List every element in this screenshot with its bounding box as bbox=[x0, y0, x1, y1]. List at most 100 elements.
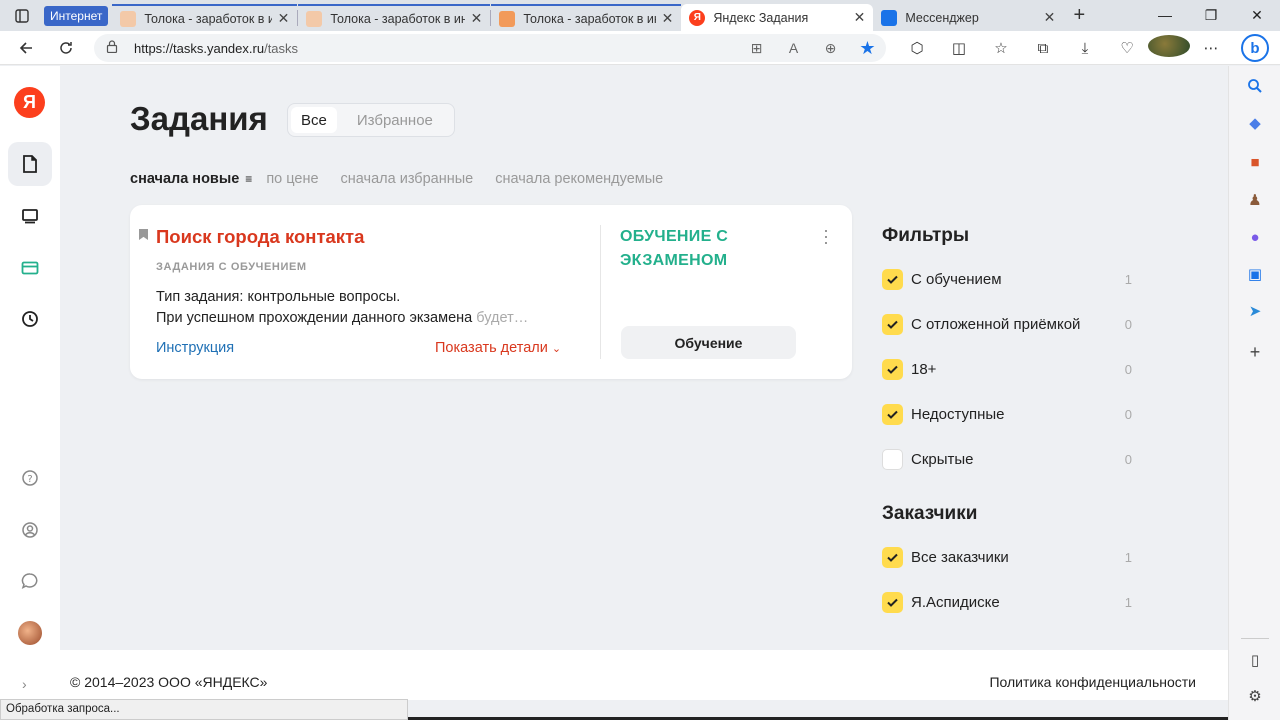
tab-toloka-3[interactable]: Толока - заработок в инте ✕ bbox=[491, 4, 682, 31]
customers-heading: Заказчики bbox=[882, 503, 978, 524]
left-sidebar: Я ? › bbox=[0, 66, 60, 700]
tab-close-icon[interactable]: ✕ bbox=[854, 9, 866, 26]
minimize-button[interactable]: — bbox=[1142, 7, 1188, 24]
tab-title: Толока - заработок в инте bbox=[330, 11, 465, 26]
maximize-button[interactable]: ❐ bbox=[1188, 7, 1234, 24]
sort-options: сначала новые ≡ по цене сначала избранны… bbox=[130, 171, 685, 187]
apps-icon[interactable]: ⊞ bbox=[738, 40, 775, 57]
url-text: https://tasks.yandex.ru/tasks bbox=[134, 41, 298, 56]
sidebar-item-chat[interactable] bbox=[8, 559, 52, 603]
filter-count: 1 bbox=[1124, 271, 1132, 287]
downloads-icon[interactable]: ⤓ bbox=[1064, 40, 1106, 57]
customers-filter-row[interactable]: Все заказчики 1 bbox=[882, 545, 1132, 569]
collections-icon[interactable]: ⧉ bbox=[1022, 40, 1064, 57]
sidebar-toggle-icon[interactable]: ▯ bbox=[1243, 648, 1267, 672]
privacy-policy-link[interactable]: Политика конфиденциальности bbox=[989, 674, 1196, 690]
bookmark-icon[interactable] bbox=[139, 229, 148, 240]
customers-filter-row[interactable]: Я.Аспидиске 1 bbox=[882, 590, 1132, 614]
shopping-tag-icon[interactable]: ◆ bbox=[1243, 111, 1267, 135]
tab-toloka-1[interactable]: Толока - заработок в инте ✕ bbox=[112, 4, 298, 31]
sidebar-item-history[interactable] bbox=[8, 297, 52, 341]
search-icon[interactable] bbox=[1243, 74, 1267, 98]
sidebar-item-profile[interactable] bbox=[8, 508, 52, 552]
segment-all[interactable]: Все bbox=[291, 107, 337, 133]
filter-count: 1 bbox=[1124, 594, 1132, 610]
checkbox-unchecked-icon[interactable] bbox=[882, 448, 903, 470]
add-icon[interactable]: + bbox=[1243, 340, 1267, 364]
games-icon[interactable]: ♟ bbox=[1243, 188, 1267, 212]
sort-order-icon[interactable]: ≡ bbox=[245, 172, 252, 186]
tab-yandex-tasks[interactable]: Я Яндекс Задания ✕ bbox=[681, 4, 874, 31]
filters-filter-row[interactable]: С обучением 1 bbox=[882, 267, 1132, 291]
filter-count: 0 bbox=[1124, 316, 1132, 332]
user-avatar[interactable] bbox=[18, 621, 42, 645]
tab-actions-icon[interactable] bbox=[0, 0, 44, 31]
sidebar-item-help[interactable]: ? bbox=[8, 456, 52, 500]
checkbox-checked-icon[interactable] bbox=[882, 358, 903, 380]
task-title[interactable]: Поиск города контакта bbox=[156, 226, 364, 248]
lock-icon[interactable] bbox=[106, 40, 120, 56]
tab-messenger[interactable]: Мессенджер ✕ bbox=[873, 4, 1063, 31]
send-icon[interactable]: ➤ bbox=[1243, 299, 1267, 323]
checkbox-checked-icon[interactable] bbox=[882, 546, 903, 568]
profile-avatar[interactable] bbox=[1148, 35, 1190, 61]
task-card[interactable]: Поиск города контакта ЗАДАНИЯ С ОБУЧЕНИЕ… bbox=[130, 205, 852, 379]
more-menu-icon[interactable]: ⋯ bbox=[1190, 39, 1232, 57]
filters-filter-row[interactable]: Скрытые 0 bbox=[882, 447, 1132, 471]
sort-newest[interactable]: сначала новые bbox=[130, 171, 239, 187]
chevron-right-icon[interactable]: › bbox=[22, 676, 27, 692]
bing-copilot-icon[interactable]: b bbox=[1241, 34, 1269, 62]
more-vertical-icon[interactable]: · · · bbox=[823, 221, 829, 251]
sidebar-item-monitor[interactable] bbox=[8, 194, 52, 238]
tab-close-icon[interactable]: ✕ bbox=[662, 10, 674, 27]
show-details-link[interactable]: Показать детали ⌄ bbox=[435, 340, 561, 356]
favorites-icon[interactable]: ☆ bbox=[980, 39, 1022, 57]
instruction-link[interactable]: Инструкция bbox=[156, 340, 234, 356]
performance-icon[interactable]: ♡ bbox=[1106, 39, 1148, 57]
outlook-icon[interactable]: ▣ bbox=[1243, 262, 1267, 286]
checkbox-checked-icon[interactable] bbox=[882, 313, 903, 335]
tools-icon[interactable]: ■ bbox=[1243, 150, 1267, 174]
sort-recommended[interactable]: сначала рекомендуемые bbox=[495, 171, 663, 187]
filter-label: Все заказчики bbox=[911, 548, 1009, 566]
training-button[interactable]: Обучение bbox=[621, 326, 796, 359]
chat-icon bbox=[21, 573, 38, 589]
tab-group-label[interactable]: Интернет bbox=[44, 5, 109, 26]
task-description-text: При успешном прохождении данного экзамен… bbox=[156, 310, 477, 326]
task-type-label: ОБУЧЕНИЕ С ЭКЗАМЕНОМ bbox=[620, 228, 729, 269]
filters-filter-row[interactable]: 18+ 0 bbox=[882, 357, 1132, 381]
filters-filter-row[interactable]: С отложенной приёмкой 0 bbox=[882, 312, 1132, 336]
filters-filter-row[interactable]: Недоступные 0 bbox=[882, 402, 1132, 426]
extensions-icon[interactable]: ⬡ bbox=[896, 39, 938, 57]
read-aloud-icon[interactable]: A bbox=[775, 40, 812, 56]
split-screen-icon[interactable]: ◫ bbox=[938, 39, 980, 57]
checkbox-checked-icon[interactable] bbox=[882, 591, 903, 613]
zoom-icon[interactable]: ⊕ bbox=[812, 40, 849, 57]
toloka-favicon-icon bbox=[499, 10, 516, 27]
sort-favorites[interactable]: сначала избранные bbox=[341, 171, 474, 187]
back-button[interactable] bbox=[6, 31, 46, 65]
tab-title: Мессенджер bbox=[905, 10, 979, 25]
checkbox-checked-icon[interactable] bbox=[882, 403, 903, 425]
sort-price[interactable]: по цене bbox=[266, 171, 318, 187]
checkbox-checked-icon[interactable] bbox=[882, 268, 903, 290]
toloka-favicon-icon bbox=[120, 10, 137, 27]
reload-button[interactable] bbox=[46, 31, 86, 65]
tab-title: Яндекс Задания bbox=[713, 10, 809, 25]
address-bar[interactable]: https://tasks.yandex.ru/tasks ⊞ A ⊕ ★ bbox=[94, 34, 886, 62]
tab-toloka-2[interactable]: Толока - заработок в инте ✕ bbox=[298, 4, 491, 31]
settings-gear-icon[interactable]: ⚙ bbox=[1243, 684, 1267, 708]
svg-text:?: ? bbox=[27, 474, 32, 485]
new-tab-button[interactable]: + bbox=[1063, 4, 1095, 27]
sidebar-item-wallet[interactable] bbox=[8, 246, 52, 290]
tab-close-icon[interactable]: ✕ bbox=[1044, 9, 1056, 26]
filter-count: 0 bbox=[1124, 361, 1132, 377]
favorite-star-icon[interactable]: ★ bbox=[849, 38, 886, 59]
tab-close-icon[interactable]: ✕ bbox=[471, 10, 483, 27]
microsoft-365-icon[interactable]: ● bbox=[1243, 225, 1267, 249]
yandex-logo[interactable]: Я bbox=[14, 87, 45, 118]
segment-favorites[interactable]: Избранное bbox=[347, 107, 443, 133]
sidebar-item-tasks[interactable] bbox=[8, 142, 52, 186]
close-window-button[interactable]: ✕ bbox=[1234, 7, 1280, 24]
tab-close-icon[interactable]: ✕ bbox=[278, 10, 290, 27]
